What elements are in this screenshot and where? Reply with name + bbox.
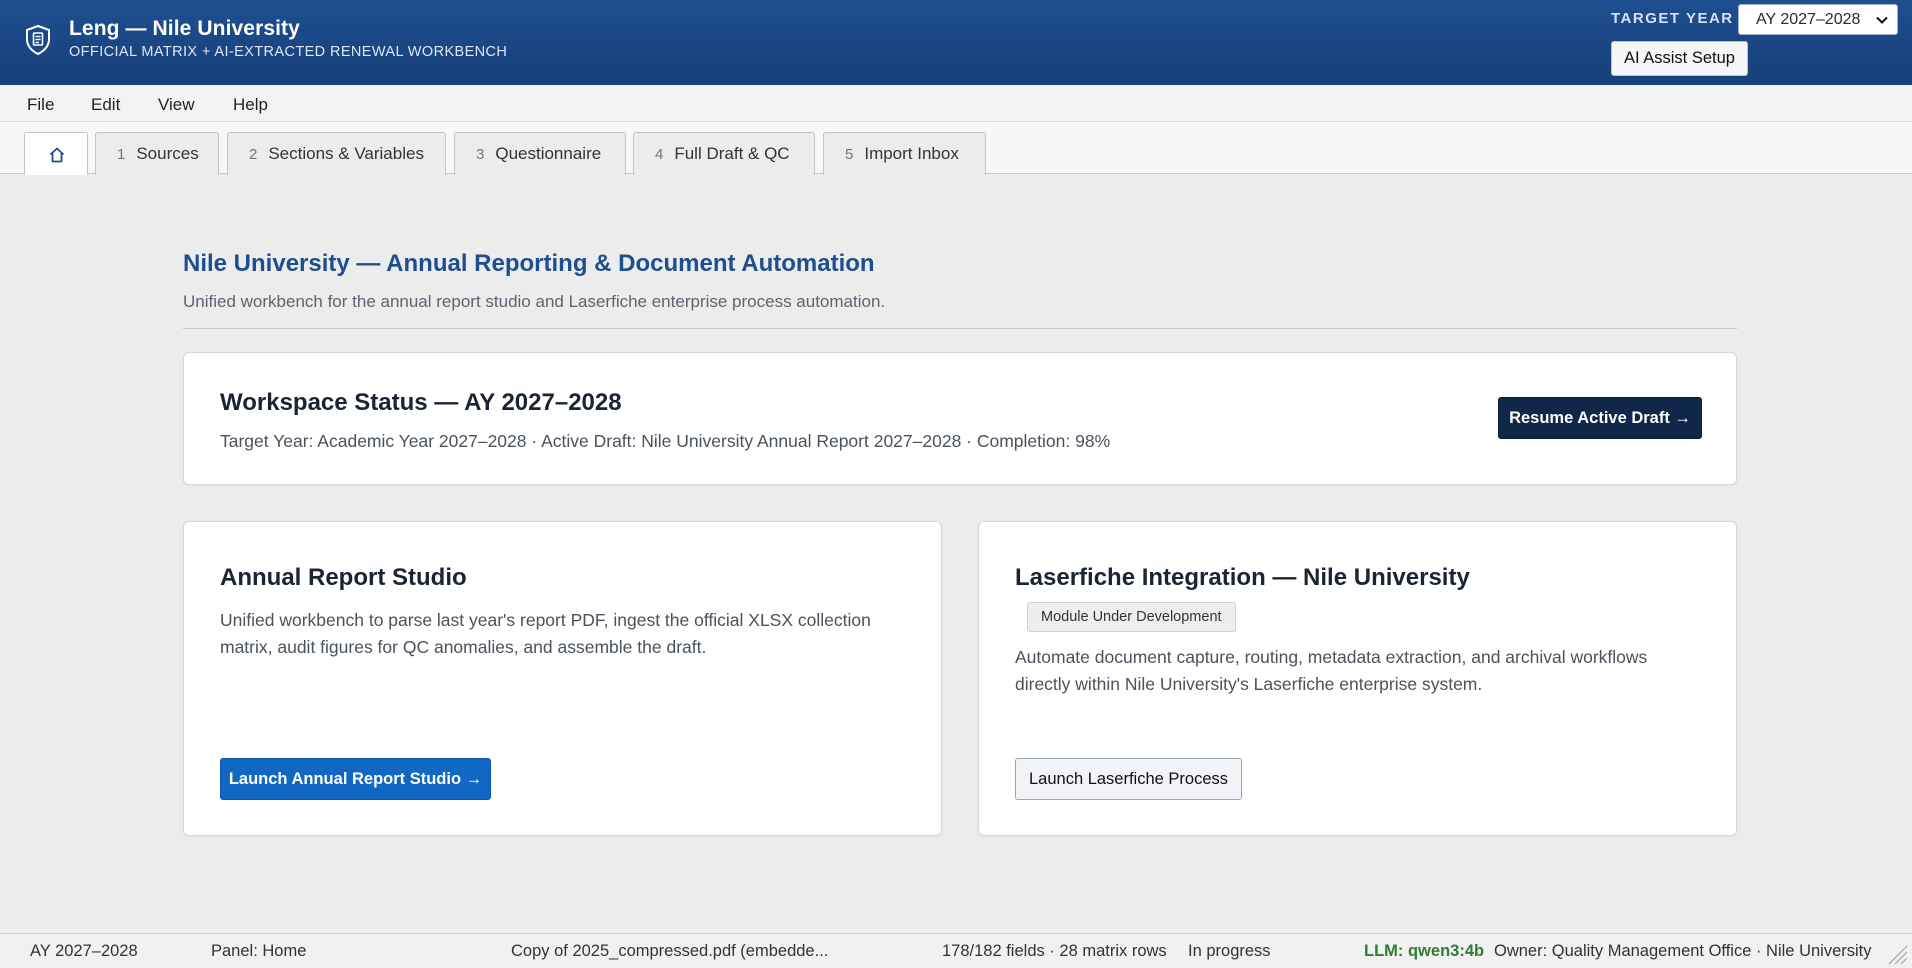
status-state: In progress (1188, 942, 1271, 960)
tab-number: 5 (845, 146, 854, 163)
status-bar: AY 2027–2028 Panel: Home Copy of 2025_co… (0, 933, 1912, 968)
laserfiche-card-title: Laserfiche Integration — Nile University (1015, 564, 1470, 591)
tab-sources[interactable]: 1 Sources (95, 132, 219, 175)
tab-questionnaire[interactable]: 3 Questionnaire (454, 132, 626, 175)
status-file: Copy of 2025_compressed.pdf (embedde... (511, 942, 829, 960)
tab-label: Questionnaire (495, 144, 602, 163)
status-owner: Owner: Quality Management Office · Nile … (1494, 942, 1872, 960)
chevron-down-icon (1876, 16, 1888, 24)
menu-help[interactable]: Help (233, 95, 268, 115)
annual-report-studio-card: Annual Report Studio Unified workbench t… (183, 521, 942, 836)
workspace-status-detail: Target Year: Academic Year 2027–2028 · A… (220, 431, 1111, 451)
tab-number: 4 (655, 146, 664, 163)
tab-number: 3 (476, 146, 485, 163)
laserfiche-card-description: Automate document capture, routing, meta… (1015, 647, 1648, 694)
ai-assist-setup-button[interactable]: AI Assist Setup (1611, 41, 1748, 76)
resume-active-draft-button[interactable]: Resume Active Draft → (1498, 397, 1702, 439)
tab-number: 2 (249, 146, 258, 163)
launch-laserfiche-process-button[interactable]: Launch Laserfiche Process (1015, 758, 1242, 800)
tab-label: Sections & Variables (268, 144, 424, 163)
app-subtitle: OFFICIAL MATRIX + AI-EXTRACTED RENEWAL W… (69, 44, 508, 60)
shield-document-icon (26, 24, 50, 56)
menubar: File Edit View Help (0, 85, 1912, 122)
tab-label: Sources (136, 144, 199, 163)
target-year-select[interactable]: AY 2027–2028 (1738, 4, 1898, 35)
page-title: Nile University — Annual Reporting & Doc… (183, 250, 875, 277)
workspace-status-title: Workspace Status — AY 2027–2028 (220, 389, 622, 416)
tab-home[interactable] (24, 132, 88, 175)
resize-grip-icon[interactable] (1886, 943, 1908, 965)
divider (183, 328, 1737, 329)
tab-sections-variables[interactable]: 2 Sections & Variables (227, 132, 446, 175)
menu-view[interactable]: View (158, 95, 195, 115)
studio-card-description: Unified workbench to parse last year's r… (220, 610, 871, 657)
tab-import-inbox[interactable]: 5 Import Inbox (823, 132, 986, 175)
status-badge: Module Under Development (1027, 602, 1236, 632)
menu-edit[interactable]: Edit (91, 95, 120, 115)
page-subtitle: Unified workbench for the annual report … (183, 292, 886, 311)
tab-bar: 1 Sources 2 Sections & Variables 3 Question… (0, 122, 1912, 175)
home-icon (49, 147, 65, 163)
status-year: AY 2027–2028 (30, 942, 138, 960)
target-year-label: TARGET YEAR (1611, 10, 1734, 27)
tab-number: 1 (117, 146, 126, 163)
status-llm: LLM: qwen3:4b (1364, 942, 1485, 960)
laserfiche-integration-card: Laserfiche Integration — Nile University… (978, 521, 1737, 836)
tab-label: Import Inbox (864, 144, 959, 163)
studio-card-title: Annual Report Studio (220, 564, 467, 591)
app-title: Leng — Nile University (69, 17, 300, 40)
launch-annual-report-studio-button[interactable]: Launch Annual Report Studio → (220, 758, 491, 800)
tab-full-draft-qc[interactable]: 4 Full Draft & QC (633, 132, 815, 175)
workspace-status-card: Workspace Status — AY 2027–2028 Target Y… (183, 352, 1737, 485)
status-fields: 178/182 fields · 28 matrix rows (942, 942, 1167, 960)
app-header: Leng — Nile University OFFICIAL MATRIX +… (0, 0, 1912, 85)
tab-label: Full Draft & QC (674, 144, 790, 163)
menu-file[interactable]: File (27, 95, 54, 115)
status-panel: Panel: Home (211, 942, 307, 960)
target-year-value: AY 2027–2028 (1756, 11, 1861, 28)
